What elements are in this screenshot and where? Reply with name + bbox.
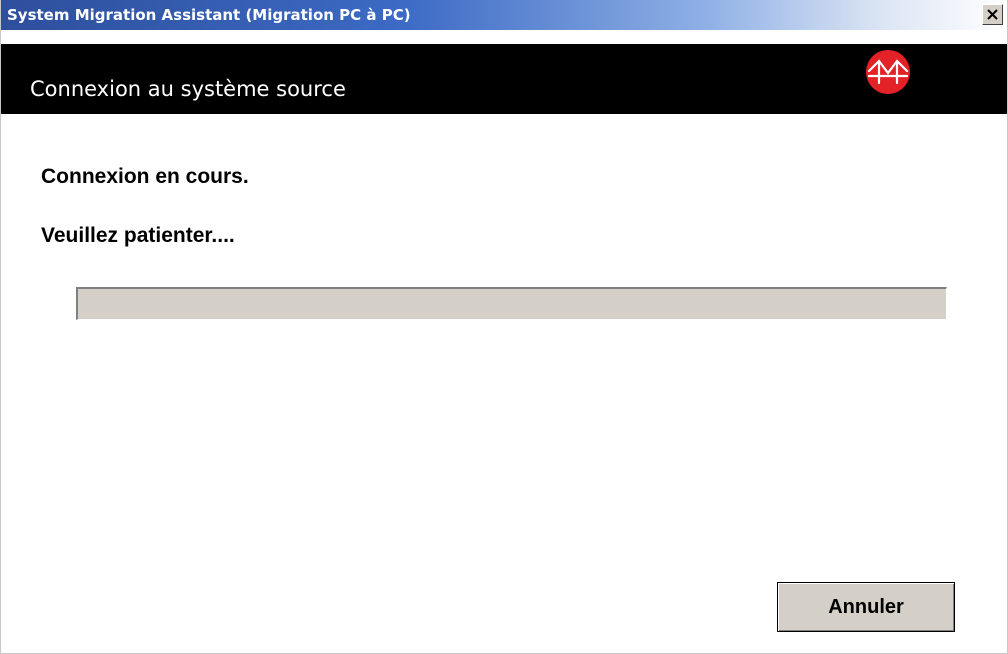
window-title: System Migration Assistant (Migration PC… [7, 6, 411, 24]
page-title: Connexion au système source [30, 77, 346, 101]
close-icon [987, 9, 998, 20]
connection-progress-bar [76, 287, 947, 320]
wait-message-text: Veuillez patienter.... [41, 224, 235, 247]
title-bar[interactable]: System Migration Assistant (Migration PC… [1, 0, 1007, 30]
cancel-button[interactable]: Annuler [777, 582, 955, 632]
bridge-logo-icon [866, 50, 910, 94]
close-button[interactable] [982, 4, 1003, 25]
page-header: Connexion au système source [1, 30, 1007, 114]
migration-dialog-window: System Migration Assistant (Migration PC… [0, 0, 1008, 654]
connection-status-text: Connexion en cours. [41, 165, 249, 188]
